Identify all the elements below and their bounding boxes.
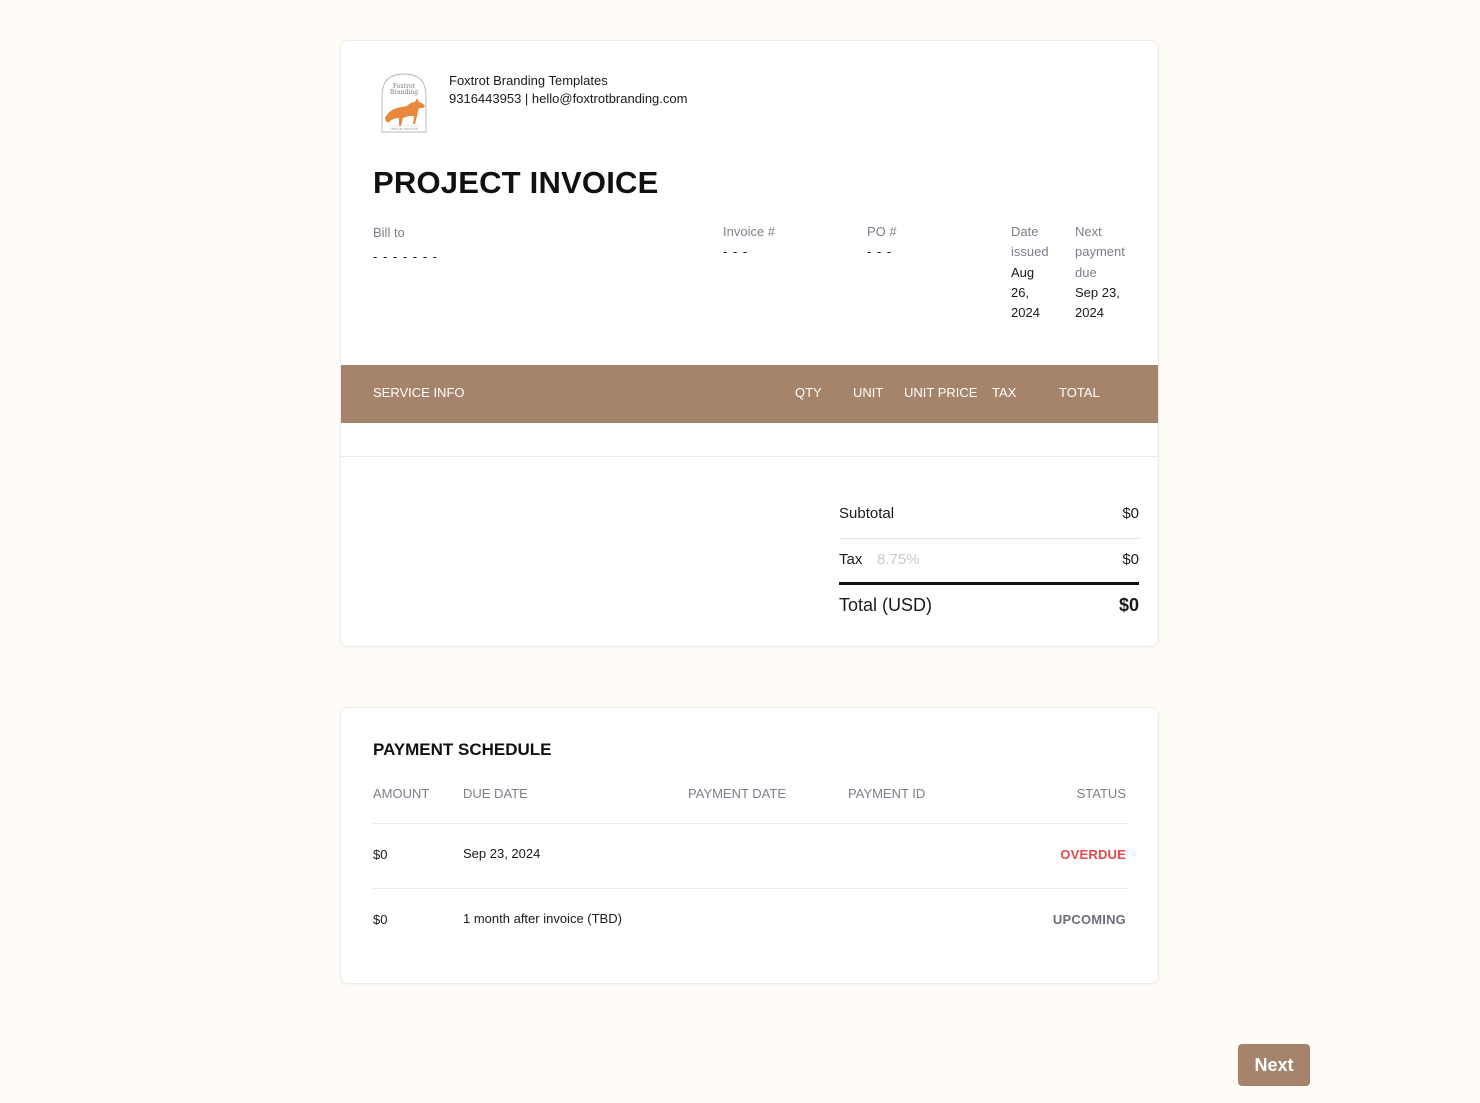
logo-caption: DESIGN CREATIVE [390, 127, 417, 131]
bill-to-label: Bill to [373, 225, 405, 240]
company-name: Foxtrot Branding Templates [449, 73, 608, 88]
status-badge: UPCOMING [1052, 912, 1126, 927]
col-qty: QTY [795, 385, 822, 400]
col-due-date: DUE DATE [463, 786, 528, 801]
row-amount: $0 [373, 847, 388, 862]
next-due-label-2: payment [1075, 244, 1125, 259]
col-total: TOTAL [1059, 385, 1100, 400]
invoice-number-label: Invoice # [723, 224, 776, 239]
page-title: PROJECT INVOICE [373, 165, 659, 200]
subtotal-value: $0 [1122, 505, 1139, 522]
invoice-card: Foxtrot Branding DESIGN CREATIVE Foxtrot… [340, 40, 1159, 647]
page: Foxtrot Branding DESIGN CREATIVE Foxtrot… [0, 0, 1480, 1103]
next-due-label-3: due [1075, 265, 1097, 280]
payment-schedule-title: PAYMENT SCHEDULE [373, 740, 552, 759]
col-payment-date: PAYMENT DATE [688, 786, 786, 801]
row-due-date: Sep 23, 2024 [463, 846, 541, 861]
col-amount: AMOUNT [373, 786, 430, 801]
date-issued-value-2: 26, [1011, 285, 1030, 300]
items-divider [341, 456, 1158, 457]
col-status: STATUS [1076, 786, 1126, 801]
schedule-divider [373, 888, 1128, 889]
status-badge: OVERDUE [1060, 847, 1126, 862]
total-label: Total (USD) [839, 595, 933, 615]
date-issued-label-1: Date [1011, 224, 1039, 239]
po-number-value[interactable]: - - - [867, 242, 892, 262]
next-due-value-1: Sep 23, [1075, 285, 1120, 300]
fox-logo-icon: Foxtrot Branding DESIGN CREATIVE [381, 73, 427, 133]
bill-to-value[interactable]: - - - - - - - [373, 247, 438, 267]
tax-rate-input[interactable]: 8.75% [877, 551, 920, 568]
subtotal-label: Subtotal [839, 505, 895, 522]
col-unit-price: UNIT PRICE [904, 385, 978, 400]
total-value: $0 [1118, 595, 1139, 615]
schedule-divider [373, 823, 1128, 824]
col-unit: UNIT [853, 385, 884, 400]
col-payment-id: PAYMENT ID [848, 786, 926, 801]
col-tax: TAX [992, 385, 1017, 400]
company-contact: 9316443953 | hello@foxtrotbranding.com [449, 91, 688, 106]
date-issued-label-2: issued [1011, 244, 1049, 259]
row-due-date: 1 month after invoice (TBD) [463, 911, 622, 926]
date-issued-value-1: Aug [1011, 265, 1035, 280]
invoice-number-value[interactable]: - - - [723, 242, 748, 262]
logo-text-line2: Branding [390, 89, 418, 96]
items-table-header: SERVICE INFO QTY UNIT UNIT PRICE TAX TOT… [341, 365, 1158, 423]
row-amount: $0 [373, 912, 388, 927]
po-number-label: PO # [867, 224, 897, 239]
total-divider [839, 582, 1139, 585]
next-due-label-1: Next [1075, 224, 1102, 239]
date-issued-value-3: 2024 [1011, 305, 1040, 320]
subtotal-divider [839, 538, 1139, 539]
tax-value: $0 [1122, 551, 1139, 568]
tax-label: Tax [839, 551, 863, 568]
next-due-value-2: 2024 [1075, 305, 1104, 320]
payment-schedule-card: PAYMENT SCHEDULE AMOUNT DUE DATE PAYMENT… [340, 707, 1159, 984]
col-service-info: SERVICE INFO [373, 385, 465, 400]
next-button[interactable]: Next [1238, 1044, 1310, 1086]
